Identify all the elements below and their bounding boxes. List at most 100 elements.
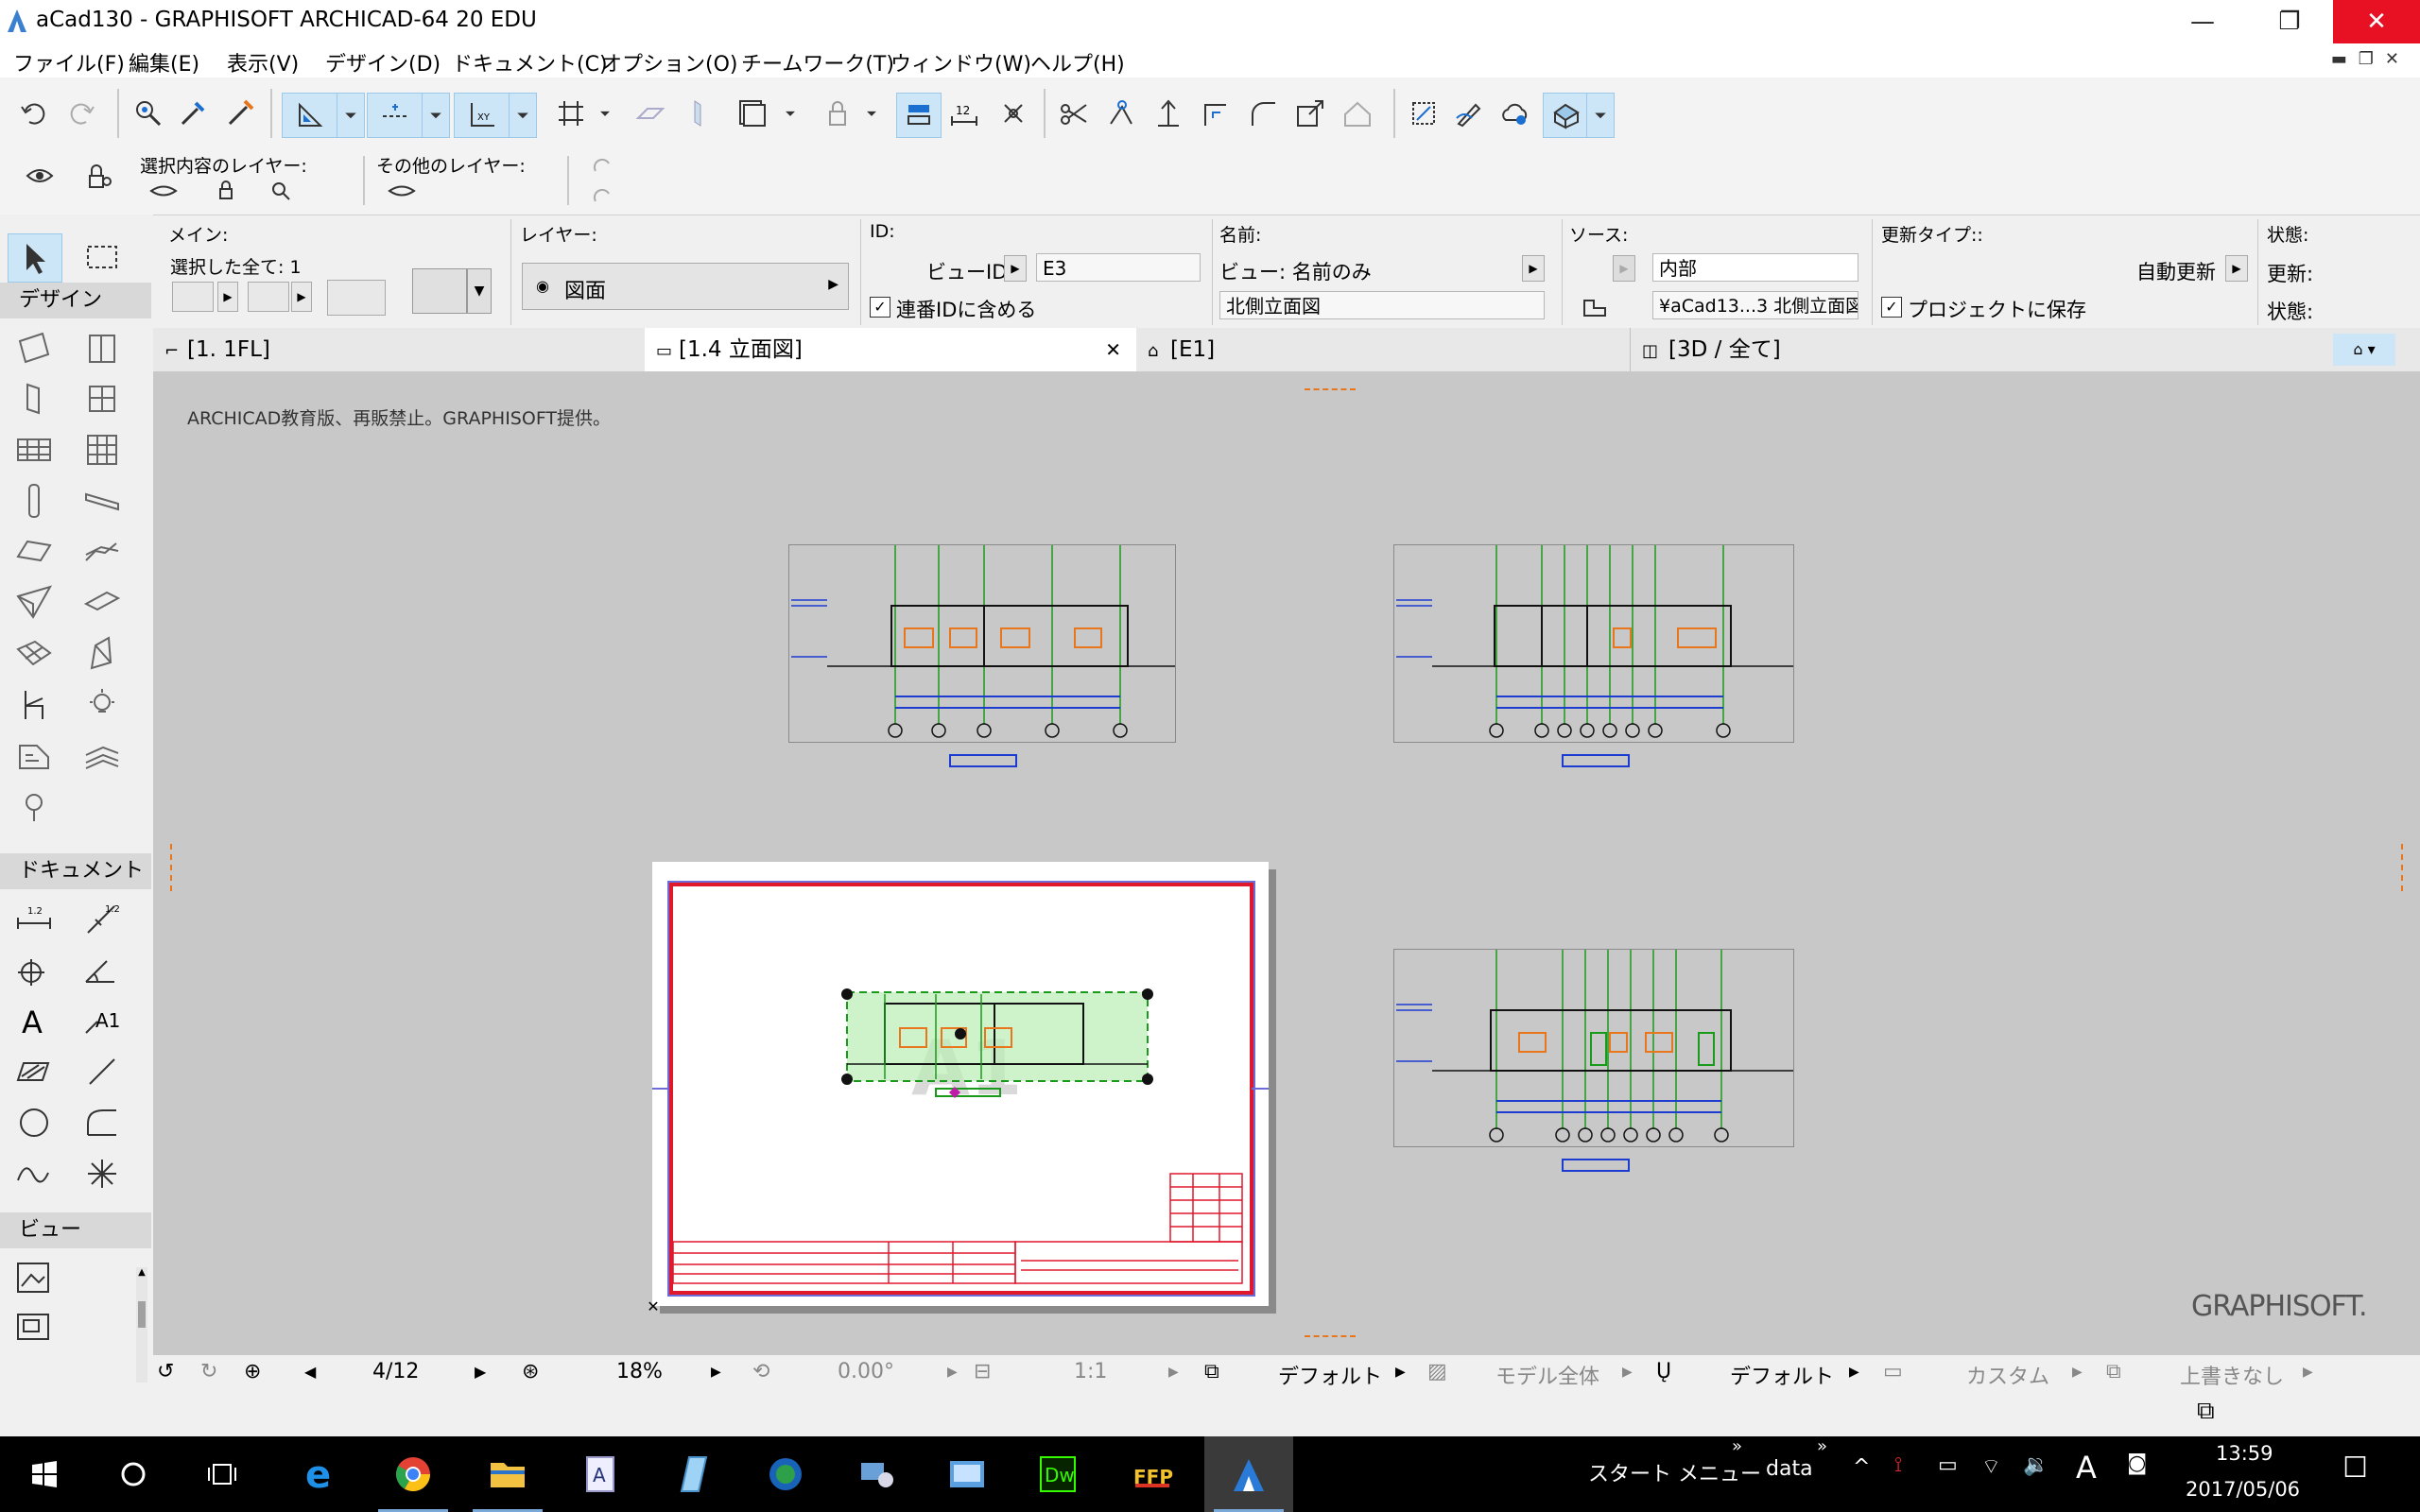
chevron-right-icon[interactable]: ▶ [1849, 1365, 1859, 1380]
door-tool-icon[interactable] [76, 324, 129, 371]
magnet-icon[interactable] [327, 280, 386, 316]
wall-tool-icon[interactable] [8, 324, 60, 371]
menu-file[interactable]: ファイル(F) [13, 47, 125, 77]
redo-view-icon[interactable]: ↻ [200, 1360, 217, 1383]
tab-close-button[interactable]: ✕ [1105, 328, 1121, 371]
chevron-down-icon[interactable] [509, 93, 537, 138]
more-tools-icon[interactable] [8, 783, 60, 831]
scissors-icon[interactable] [1055, 94, 1093, 132]
tab-3d[interactable]: ◫ [3D / 全て] [1630, 328, 2129, 371]
document-window-controls[interactable]: ▬❐✕ [2331, 49, 2411, 69]
save-in-project-checkbox[interactable]: ✓ [1881, 297, 1902, 318]
menu-edit[interactable]: 編集(E) [129, 47, 199, 77]
include-serial-checkbox[interactable]: ✓ [870, 297, 890, 318]
cortana-icon[interactable] [89, 1436, 178, 1512]
tab-e1[interactable]: ⌂ [E1] [1136, 328, 1620, 371]
menu-design[interactable]: デザイン(D) [325, 47, 441, 77]
chevron-down-icon[interactable] [779, 94, 802, 132]
data-toolbar[interactable]: data [1766, 1457, 1813, 1481]
circle-tool-icon[interactable] [8, 1099, 60, 1146]
chevron-down-icon[interactable]: ▼ [467, 268, 492, 314]
3d-view-icon[interactable] [1543, 93, 1588, 138]
redo-icon[interactable] [586, 152, 618, 184]
layer-group-icon[interactable] [896, 93, 942, 138]
wireframe-icon[interactable] [265, 175, 297, 207]
spline-tool-icon[interactable] [8, 1150, 60, 1197]
edge-browser-icon[interactable]: e [276, 1436, 365, 1512]
start-menu-toolbar[interactable]: スタート メニュー [1588, 1457, 1761, 1487]
curtain-wall-tool-icon[interactable] [8, 426, 60, 473]
wifi-icon[interactable]: ⌔ [1981, 1453, 2001, 1480]
scale-icon[interactable]: ⊟ [974, 1360, 991, 1383]
arrow-tool-icon[interactable] [8, 233, 62, 283]
globe-app-icon[interactable] [741, 1436, 830, 1512]
windows-start-icon[interactable] [0, 1436, 89, 1512]
document-section-header[interactable]: ドキュメント [0, 853, 151, 889]
camera-tool-icon[interactable] [8, 1254, 60, 1301]
chevron-right-icon[interactable]: ▶ [947, 1365, 958, 1380]
network-app-icon[interactable] [832, 1436, 921, 1512]
roof-tool-icon[interactable] [8, 579, 60, 627]
rotate-view-icon[interactable]: ↺ [157, 1360, 174, 1383]
pen-set-icon[interactable]: Ų [1656, 1360, 1671, 1383]
page-counter[interactable]: 4/12 [372, 1360, 419, 1383]
fill-icon[interactable] [631, 94, 669, 132]
guide-lines-icon[interactable] [282, 93, 338, 138]
source-field[interactable]: 内部 [1652, 253, 1858, 282]
model-view-icon[interactable]: ▨ [1427, 1360, 1447, 1383]
marquee-tool-icon[interactable] [76, 233, 129, 281]
layout-canvas[interactable]: A1 ✕ [153, 371, 2420, 1354]
override-value[interactable]: 上書きなし [2180, 1360, 2284, 1390]
ime-indicator[interactable]: A [2076, 1450, 2097, 1486]
battery-icon[interactable]: ▭ [1938, 1453, 1958, 1477]
control-panel-icon[interactable] [923, 1436, 1011, 1512]
chevron-right-icon[interactable]: ▶ [291, 282, 312, 312]
dimension-icon[interactable]: ▭ [1883, 1360, 1903, 1383]
shell-tool-icon[interactable] [76, 579, 129, 627]
zoom-icon[interactable]: ⊛ [522, 1360, 539, 1383]
chevron-down-icon[interactable] [1586, 93, 1615, 138]
chrome-icon[interactable] [369, 1436, 458, 1512]
elevation-drawing-e4[interactable] [1393, 949, 1794, 1147]
action-center-icon[interactable]: ☐ [2342, 1452, 2368, 1485]
syringe-icon[interactable] [221, 94, 259, 132]
drawing-tool-icon[interactable] [8, 1303, 60, 1350]
zoom-level[interactable]: 18% [616, 1360, 663, 1383]
snap-guides-icon[interactable] [367, 93, 424, 138]
radial-dimension-tool-icon[interactable] [8, 946, 60, 993]
layer-combo-value[interactable]: デフォルト [1278, 1360, 1382, 1390]
elevation-drawing-e2[interactable] [1393, 544, 1794, 743]
chevron-right-icon[interactable]: ▶ [1168, 1365, 1179, 1380]
chair-object-tool-icon[interactable] [8, 681, 60, 729]
angle-dimension-tool-icon[interactable] [76, 946, 129, 993]
volume-icon[interactable]: 🔉 [2023, 1453, 2048, 1477]
lock-layers-icon[interactable] [79, 158, 117, 196]
notepad-icon[interactable] [648, 1436, 737, 1512]
suspend-groups-icon[interactable] [994, 94, 1032, 132]
xy-coordinates-icon[interactable]: XY [454, 93, 510, 138]
object-tool-icon[interactable] [76, 375, 129, 422]
grid-tool-icon[interactable] [76, 426, 129, 473]
mesh-tool-icon[interactable] [8, 630, 60, 678]
menu-help[interactable]: ヘルプ(H) [1030, 47, 1125, 77]
fillet-icon[interactable] [1244, 94, 1282, 132]
dimension-value[interactable]: カスタム [1966, 1360, 2049, 1390]
markup-icon[interactable] [1450, 94, 1488, 132]
chevron-right-icon[interactable]: ▶ [1622, 1365, 1633, 1380]
dimension-tool-icon[interactable]: 1.2 [8, 895, 60, 942]
layer-selector[interactable]: ◉ 図面 ▶ [522, 263, 849, 310]
chevron-right-icon[interactable]: ▶ [217, 282, 238, 312]
model-view-value[interactable]: モデル全体 [1495, 1360, 1599, 1390]
update-type-value[interactable]: 自動更新 [2136, 257, 2216, 285]
window-stack-icon[interactable]: ⧉ [2197, 1397, 2215, 1426]
geometry-method-icon[interactable] [172, 282, 214, 312]
next-page-button[interactable]: ▶ [475, 1363, 486, 1381]
chevron-right-icon[interactable]: ▶ [2072, 1365, 2083, 1380]
restore-button[interactable]: ❐ [2246, 0, 2333, 43]
label-tool-icon[interactable]: A1 [76, 997, 129, 1044]
morph-tool-icon[interactable] [76, 630, 129, 678]
beam-tool-icon[interactable] [76, 477, 129, 524]
clock-time[interactable]: 13:59 [2216, 1442, 2273, 1465]
chevron-down-icon[interactable] [594, 94, 616, 132]
redo-icon[interactable] [62, 94, 100, 132]
